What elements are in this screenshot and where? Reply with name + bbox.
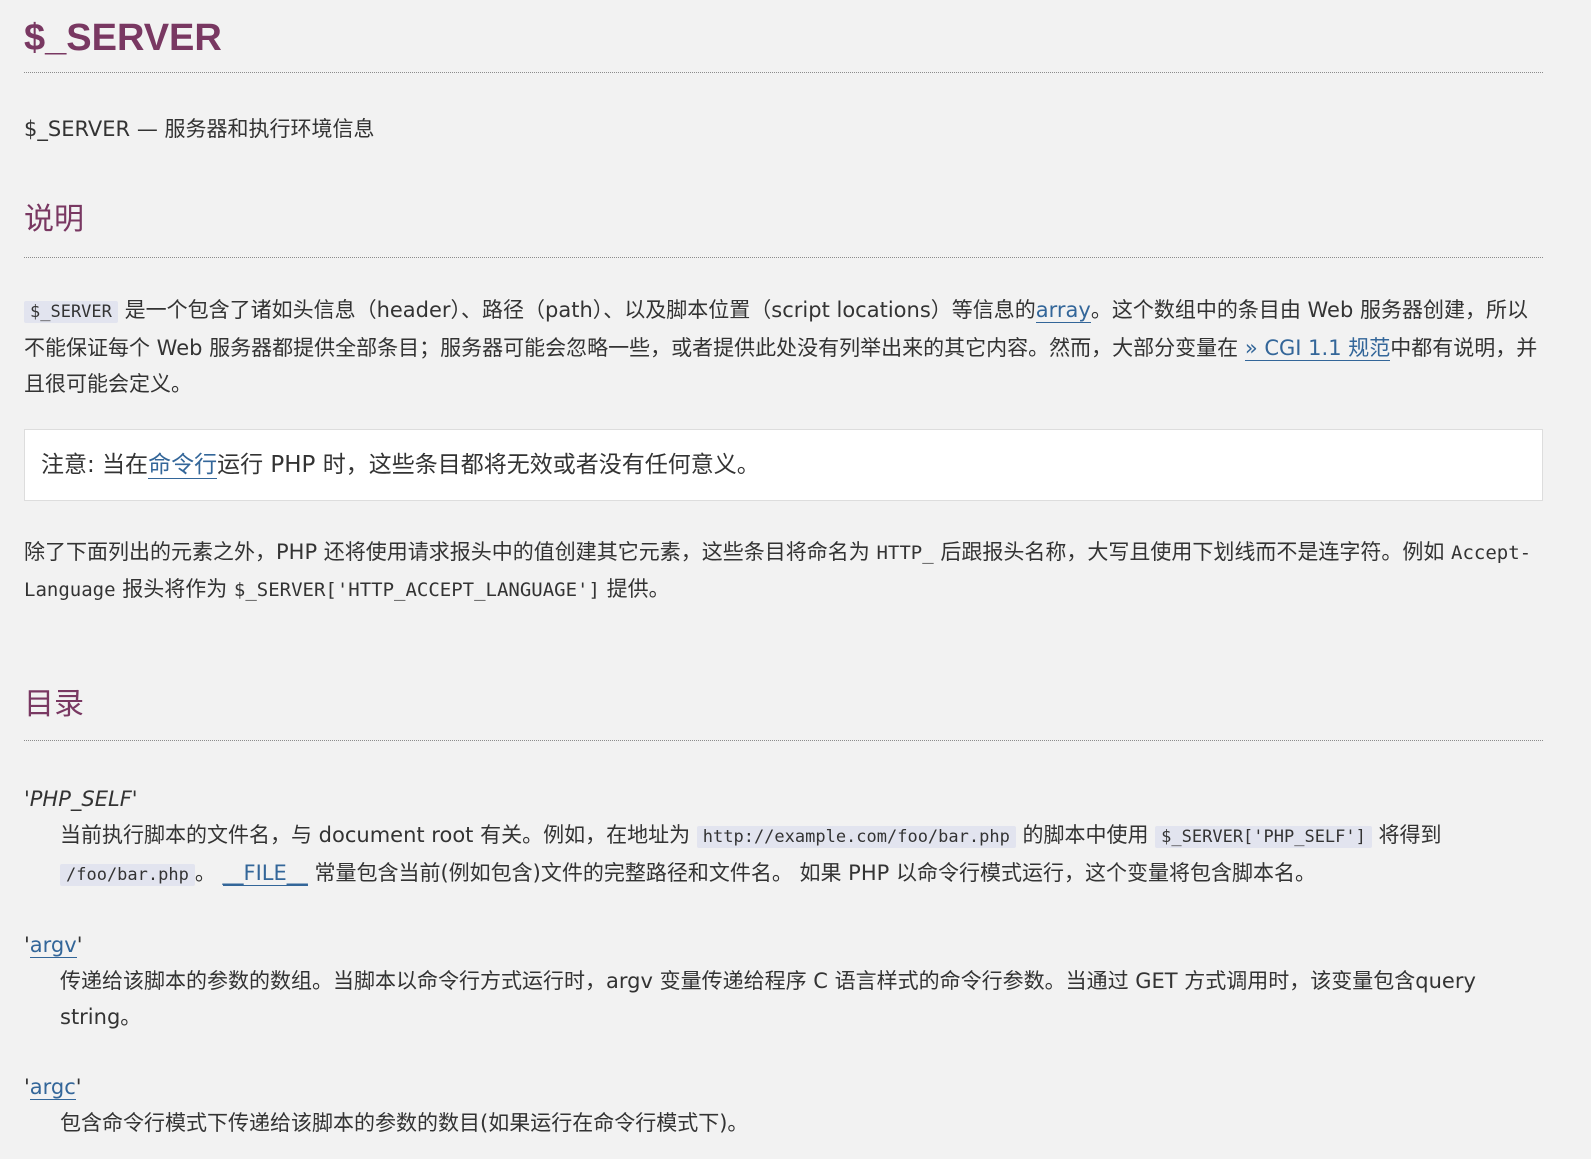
definition-argv: 传递给该脚本的参数的数组。当脚本以命令行方式运行时，argv 变量传递给程序 C… <box>60 969 1476 1029</box>
http-headers-paragraph: 除了下面列出的元素之外，PHP 还将使用请求报头中的值创建其它元素，这些条目将命… <box>24 534 1543 608</box>
foo-bar-code: /foo/bar.php <box>60 864 195 886</box>
quote-open: ' <box>24 933 30 957</box>
para2-text2: 后跟报头名称，大写且使用下划线而不是连字符。例如 <box>933 540 1452 564</box>
refpurpose-desc: 服务器和执行环境信息 <box>164 117 375 141</box>
note-text2: 运行 PHP 时，这些条目都将无效或者没有任何意义。 <box>217 452 760 478</box>
term-argc: 'argc' <box>24 1069 1543 1105</box>
refpurpose-dash: — <box>136 117 158 141</box>
note-box: 注意: 当在命令行运行 PHP 时，这些条目都将无效或者没有任何意义。 <box>24 429 1543 501</box>
para1-text1: 是一个包含了诸如头信息（header）、路径（path）、以及脚本位置（scri… <box>124 298 1036 322</box>
page-title: $_SERVER <box>24 0 1543 73</box>
para2-text1: 除了下面列出的元素之外，PHP 还将使用请求报头中的值创建其它元素，这些条目将命… <box>24 540 877 564</box>
file-constant-link[interactable]: __FILE__ <box>222 861 308 886</box>
http-accept-language-code: $_SERVER['HTTP_ACCEPT_LANGUAGE'] <box>233 579 600 601</box>
example-url-code: http://example.com/foo/bar.php <box>696 826 1016 848</box>
term-php-self: 'PHP_SELF' <box>24 787 138 811</box>
array-link[interactable]: array <box>1035 298 1091 323</box>
description-paragraph: $_SERVER 是一个包含了诸如头信息（header）、路径（path）、以及… <box>24 292 1543 402</box>
refpurpose: $_SERVER — 服务器和执行环境信息 <box>24 111 1543 147</box>
cgi-spec-link[interactable]: » CGI 1.1 规范 <box>1244 336 1391 361</box>
cli-link[interactable]: 命令行 <box>148 452 218 479</box>
refpurpose-name: $_SERVER <box>24 117 131 141</box>
quote-close: ' <box>75 1075 82 1099</box>
note-text1: 当在 <box>94 452 149 478</box>
php-self-text5: 常量包含当前(例如包含)文件的完整路径和文件名。 如果 PHP 以命令行模式运行… <box>307 861 1316 885</box>
section-heading-description: 说明 <box>24 199 1543 258</box>
argv-link[interactable]: argv <box>29 933 77 958</box>
definition-php-self: 当前执行脚本的文件名，与 document root 有关。例如，在地址为 ht… <box>60 817 1543 893</box>
php-self-code: $_SERVER['PHP_SELF'] <box>1155 826 1372 848</box>
argc-link[interactable]: argc <box>29 1075 76 1100</box>
term-argv: 'argv' <box>24 927 1543 963</box>
quote-close: ' <box>76 933 83 957</box>
note-label: 注意: <box>41 452 95 478</box>
http-prefix-code: HTTP_ <box>876 542 934 564</box>
para2-text3: 报头将作为 <box>115 577 234 601</box>
para2-text4: 提供。 <box>599 577 670 601</box>
php-self-text2: 的脚本中使用 <box>1015 823 1156 847</box>
php-self-text3: 将得到 <box>1371 823 1442 847</box>
page-content: $_SERVER $_SERVER — 服务器和执行环境信息 说明 $_SERV… <box>0 0 1591 1141</box>
section-heading-toc: 目录 <box>24 684 1543 741</box>
definition-argc: 包含命令行模式下传递给该脚本的参数的数目(如果运行在命令行模式下)。 <box>60 1111 749 1135</box>
quote-open: ' <box>24 1075 30 1099</box>
php-self-text1: 当前执行脚本的文件名，与 document root 有关。例如，在地址为 <box>60 823 697 847</box>
php-self-text4: 。 <box>194 861 216 885</box>
variable-list: 'PHP_SELF' 当前执行脚本的文件名，与 document root 有关… <box>24 781 1543 1141</box>
server-code: $_SERVER <box>24 301 118 323</box>
